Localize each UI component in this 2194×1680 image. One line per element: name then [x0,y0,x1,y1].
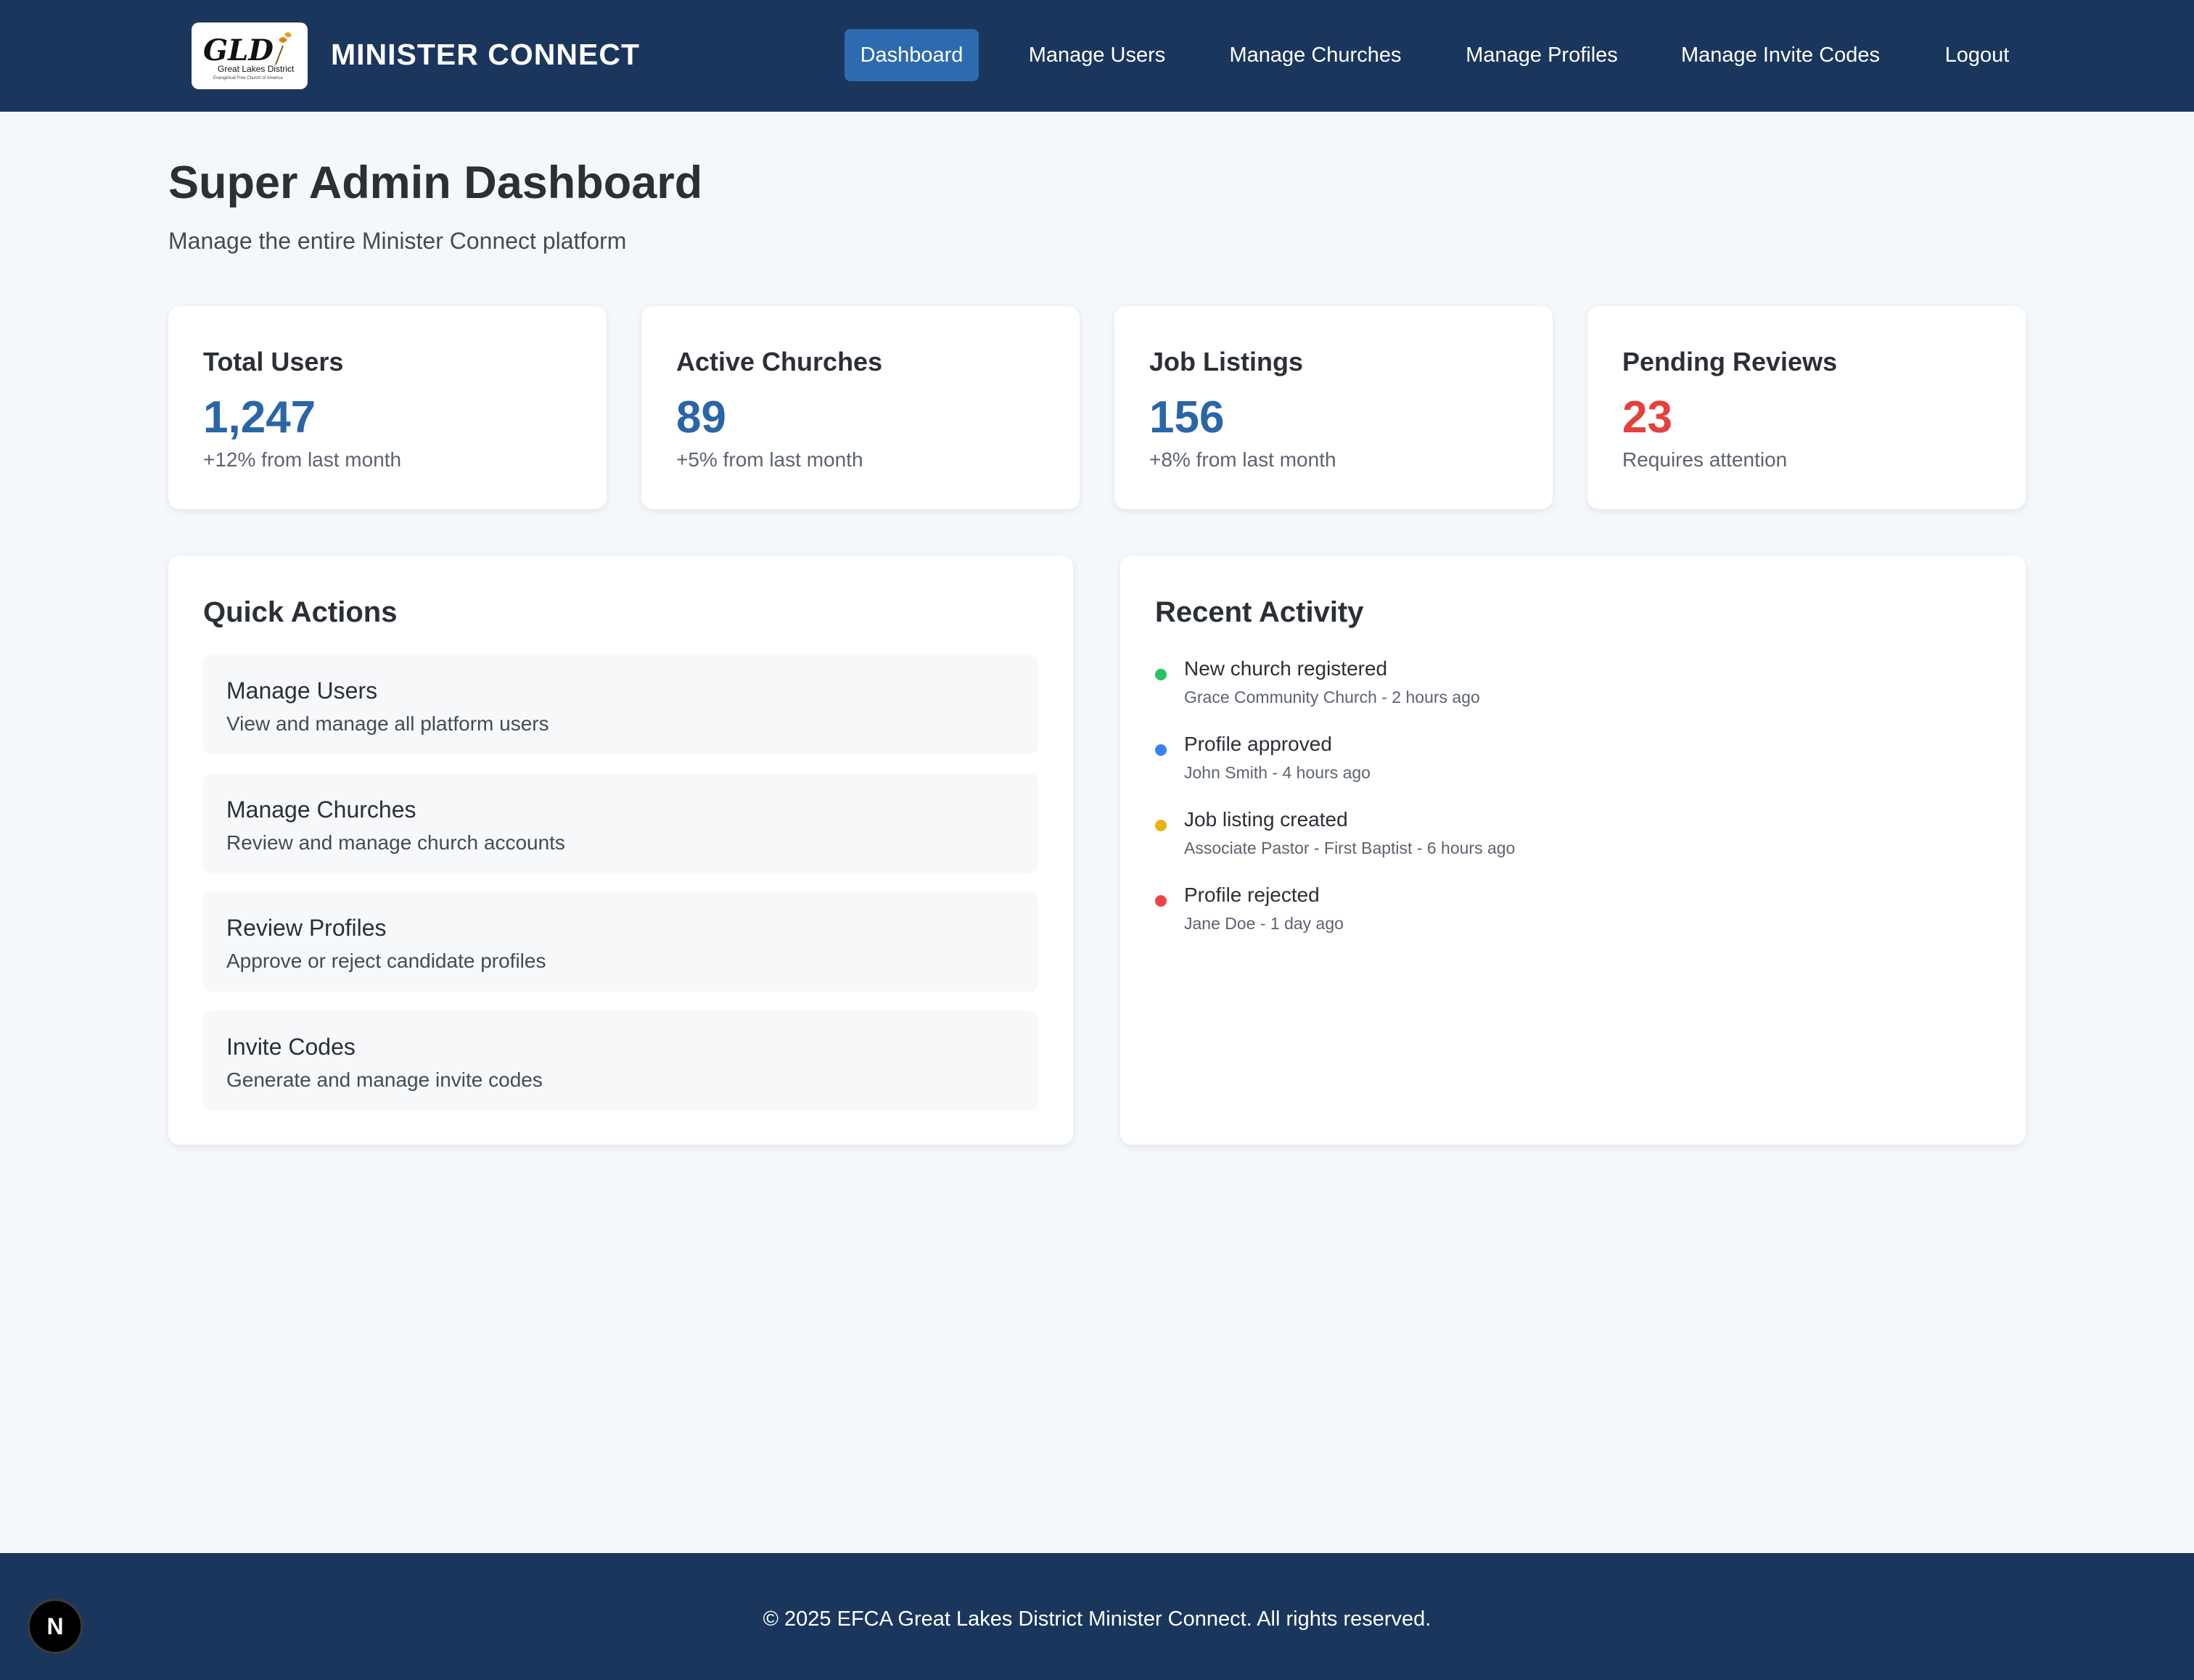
stat-value: 89 [676,392,726,442]
activity-title: Profile rejected [1184,884,1320,906]
stat-card-job-listings: Job Listings 156 +8% from last month [1114,306,1553,509]
activity-item: Profile rejected Jane Doe - 1 day ago [1155,884,1953,942]
quick-actions-panel: Quick Actions Manage Users View and mana… [168,556,1073,1145]
stat-title: Job Listings [1149,347,1304,376]
stat-title: Total Users [203,347,344,376]
logo-tagline: Evangelical Free Church of America [213,76,283,81]
activity-title: Job listing created [1184,808,1348,831]
gld-logo[interactable]: GLD Great Lakes District Evangelical Fre… [192,22,308,89]
status-dot-blue [1155,744,1167,756]
quick-action-label: Review Profiles [226,915,387,941]
quick-actions-title: Quick Actions [203,596,398,628]
activity-meta: Jane Doe - 1 day ago [1184,914,1344,933]
activity-item: Profile approved John Smith - 4 hours ag… [1155,733,1953,791]
activity-meta: Grace Community Church - 2 hours ago [1184,688,1480,707]
quick-action-desc: Review and manage church accounts [226,831,565,854]
logo-district-name: Great Lakes District [218,64,295,74]
quick-action-manage-churches[interactable]: Manage Churches Review and manage church… [203,773,1038,873]
quick-action-label: Manage Churches [226,796,416,823]
quick-action-review-profiles[interactable]: Review Profiles Approve or reject candid… [203,892,1038,992]
quick-action-invite-codes[interactable]: Invite Codes Generate and manage invite … [203,1010,1038,1111]
stat-note: Requires attention [1622,448,1788,471]
gld-logo-icon: GLD Great Lakes District Evangelical Fre… [203,32,295,81]
stat-note: +5% from last month [676,448,863,471]
activity-meta: John Smith - 4 hours ago [1184,763,1371,782]
stat-card-total-users: Total Users 1,247 +12% from last month [168,306,607,509]
stat-value: 156 [1149,392,1225,442]
stat-value: 1,247 [203,392,316,442]
activity-title: New church registered [1184,657,1388,680]
stat-card-pending-reviews: Pending Reviews 23 Requires attention [1587,306,2026,509]
activity-item: Job listing created Associate Pastor - F… [1155,808,1953,866]
quick-action-manage-users[interactable]: Manage Users View and manage all platfor… [203,654,1038,754]
quick-action-label: Invite Codes [226,1034,356,1060]
brand-title[interactable]: MINISTER CONNECT [331,38,640,72]
logo-monogram: GLD [203,33,274,67]
stat-card-active-churches: Active Churches 89 +5% from last month [641,306,1080,509]
recent-activity-panel: Recent Activity New church registered Gr… [1120,556,2026,1145]
status-dot-red [1155,895,1167,907]
footer-copyright: © 2025 EFCA Great Lakes District Ministe… [763,1607,1431,1631]
nav-logout[interactable]: Logout [1930,29,2024,81]
stat-note: +8% from last month [1149,448,1336,471]
page-title: Super Admin Dashboard [168,157,703,208]
nextjs-icon[interactable]: N [28,1599,83,1654]
nav-manage-churches[interactable]: Manage Churches [1223,29,1408,81]
quick-action-label: Manage Users [226,678,378,704]
stat-value: 23 [1622,392,1672,442]
quick-action-desc: View and manage all platform users [226,712,549,735]
nav-dashboard[interactable]: Dashboard [845,29,979,81]
page-subtitle: Manage the entire Minister Connect platf… [168,228,627,254]
quick-action-desc: Generate and manage invite codes [226,1068,543,1091]
stat-title: Active Churches [676,347,883,376]
activity-item: New church registered Grace Community Ch… [1155,657,1953,715]
top-navbar: GLD Great Lakes District Evangelical Fre… [0,0,2194,112]
footer: © 2025 EFCA Great Lakes District Ministe… [0,1553,2194,1680]
status-dot-green [1155,669,1167,680]
quick-action-desc: Approve or reject candidate profiles [226,950,546,972]
nav-manage-invite-codes[interactable]: Manage Invite Codes [1676,29,1885,81]
nav-manage-users[interactable]: Manage Users [1017,29,1177,81]
activity-meta: Associate Pastor - First Baptist - 6 hou… [1184,839,1516,857]
recent-activity-title: Recent Activity [1155,596,1364,628]
nav-manage-profiles[interactable]: Manage Profiles [1454,29,1630,81]
nextjs-badge-letter: N [46,1613,64,1639]
status-dot-yellow [1155,820,1167,831]
activity-title: Profile approved [1184,733,1332,755]
stat-note: +12% from last month [203,448,402,471]
stat-title: Pending Reviews [1622,347,1838,376]
